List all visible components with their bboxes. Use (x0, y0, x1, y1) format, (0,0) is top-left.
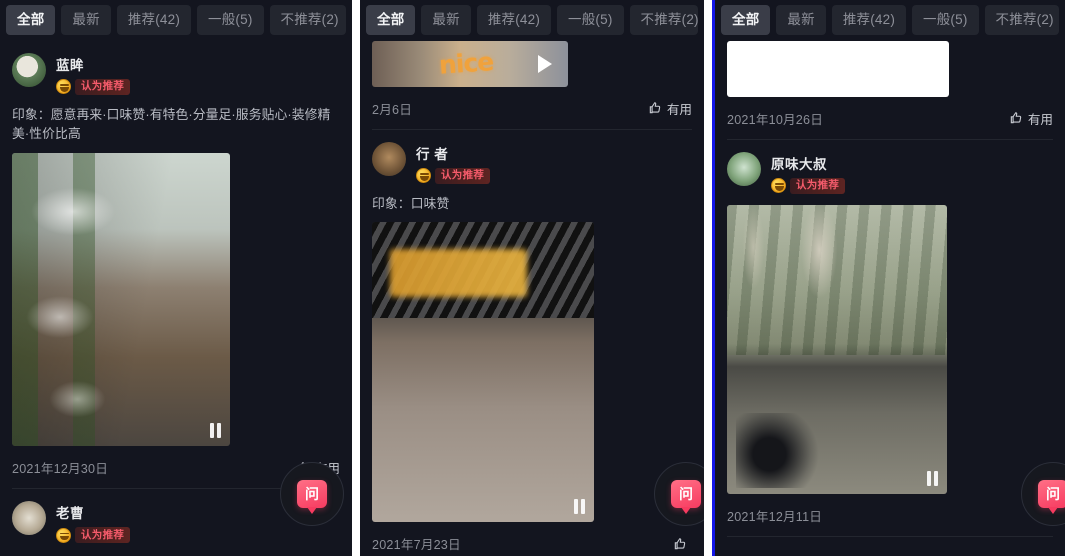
filter-tab-bar-right: 全部 最新 推荐(42) 一般(5) 不推荐(2) (715, 0, 1065, 41)
ask-bubble-icon: 问 (1038, 480, 1065, 514)
status-badge: 认为推荐 (75, 78, 131, 95)
panel-separator (704, 0, 715, 556)
review-footer: 3月18日 有用 (12, 547, 340, 556)
recommend-badge-row: 认为推荐 (416, 167, 491, 184)
review-video-thumbnail[interactable] (372, 40, 568, 87)
user-meta: 行 者 认为推荐 (416, 142, 491, 184)
thumbs-up-icon (674, 538, 686, 550)
review-date: 2021年10月26日 (727, 112, 824, 127)
review-date: 2021年12月30日 (12, 462, 109, 477)
status-badge: 认为推荐 (435, 167, 491, 184)
status-badge: 认为推荐 (75, 527, 131, 544)
tab-recommended[interactable]: 推荐(42) (116, 5, 192, 35)
review-footer: 2月6日 有用 (372, 87, 692, 129)
panel-middle: 全部 最新 推荐(42) 一般(5) 不推荐(2) 2月6日 有用 (360, 0, 704, 556)
pause-icon[interactable] (927, 470, 938, 486)
review-item: 蓝眸 认为推荐 印象：愿意再来·口味赞·有特色·分量足·服务贴心·装修精美·性价… (0, 41, 352, 490)
tab-not-recommended[interactable]: 不推荐(2) (269, 5, 346, 35)
recommend-badge-row: 认为推荐 (56, 527, 131, 544)
avatar[interactable] (12, 501, 46, 536)
ask-bubble-icon: 问 (671, 480, 701, 514)
video-frame-image (372, 222, 594, 523)
tab-recommended[interactable]: 推荐(42) (831, 5, 907, 35)
thumbs-up-icon (649, 102, 660, 114)
review-item: 2月6日 有用 (360, 40, 704, 130)
tab-newest[interactable]: 最新 (776, 5, 826, 35)
smiley-emoji-icon (771, 178, 786, 193)
user-name[interactable]: 蓝眸 (56, 54, 130, 74)
ask-label: 问 (679, 486, 693, 502)
multi-panel-screenshot: 全部 最新 推荐(42) 一般(5) 不推荐(2) 蓝眸 认为推荐 印象：愿意再… (0, 0, 1065, 556)
review-user-row[interactable]: 行 者 认为推荐 (372, 130, 692, 188)
play-icon[interactable] (917, 59, 931, 78)
avatar[interactable] (12, 52, 46, 87)
impression-text: 印象：口味赞 (372, 195, 450, 211)
panel-separator (352, 0, 360, 556)
useful-label: 有用 (666, 102, 692, 117)
user-name[interactable]: 老曹 (56, 502, 130, 522)
tab-recommended[interactable]: 推荐(42) (476, 5, 552, 35)
tab-all[interactable]: 全部 (6, 5, 56, 35)
user-meta: 蓝眸 认为推荐 (56, 53, 131, 95)
tab-average[interactable]: 一般(5) (912, 5, 979, 35)
tab-average[interactable]: 一般(5) (557, 5, 624, 35)
smiley-emoji-icon (416, 168, 431, 183)
avatar[interactable] (727, 151, 761, 186)
user-meta: 老曹 认为推荐 (56, 501, 131, 544)
filter-tab-bar-left: 全部 最新 推荐(42) 一般(5) 不推荐(2) (0, 0, 352, 41)
review-footer: 2021年12月11日 (727, 494, 1053, 536)
useful-label: 有用 (1027, 112, 1053, 127)
tab-not-recommended[interactable]: 不推荐(2) (984, 5, 1059, 35)
pause-icon[interactable] (210, 423, 221, 439)
review-item: 原味大叔 认为推荐 2021年12月11日 (715, 140, 1065, 537)
smiley-emoji-icon (56, 527, 71, 543)
ask-bubble-icon: 问 (297, 480, 327, 514)
useful-button[interactable]: 有用 (1009, 109, 1053, 128)
tab-all[interactable]: 全部 (366, 5, 416, 35)
tab-newest[interactable]: 最新 (61, 5, 111, 35)
review-item: 行 者 认为推荐 印象：口味赞 2021年7月23日 (360, 130, 704, 556)
video-frame-image (727, 40, 949, 97)
review-date: 2月6日 (372, 102, 412, 117)
smiley-emoji-icon (56, 79, 71, 94)
review-footer: 2021年10月26日 有用 (727, 97, 1053, 139)
recommend-badge-row: 认为推荐 (56, 78, 131, 95)
user-name[interactable]: 行 者 (416, 143, 490, 163)
impression-text: 印象：愿意再来·口味赞·有特色·分量足·服务贴心·装修精美·性价比高 (12, 106, 331, 142)
review-video-thumbnail[interactable] (372, 222, 594, 523)
divider (727, 535, 1053, 537)
review-date: 2021年12月11日 (727, 509, 823, 524)
review-video-thumbnail[interactable] (727, 40, 949, 97)
review-item: 2021年10月26日 有用 (715, 40, 1065, 140)
tab-not-recommended[interactable]: 不推荐(2) (629, 5, 698, 35)
recommend-badge-row: 认为推荐 (771, 177, 846, 194)
useful-button[interactable] (673, 537, 692, 551)
avatar[interactable] (372, 141, 406, 176)
ask-label: 问 (305, 486, 319, 502)
useful-button[interactable]: 有用 (648, 99, 692, 118)
pause-icon[interactable] (574, 499, 585, 515)
filter-tab-bar-middle: 全部 最新 推荐(42) 一般(5) 不推荐(2) (360, 0, 704, 41)
ask-floating-button[interactable]: 问 (280, 462, 344, 526)
ask-label: 问 (1046, 486, 1060, 502)
tab-average[interactable]: 一般(5) (197, 5, 264, 35)
review-footer: 2021年7月23日 (372, 522, 692, 556)
user-name[interactable]: 原味大叔 (771, 153, 845, 173)
user-meta: 原味大叔 认为推荐 (771, 152, 846, 194)
review-video-thumbnail[interactable] (12, 153, 230, 447)
panel-right: 全部 最新 推荐(42) 一般(5) 不推荐(2) 2021年10月26日 有用 (715, 0, 1065, 556)
thumbs-up-icon (1010, 112, 1021, 124)
tab-all[interactable]: 全部 (721, 5, 771, 35)
review-user-row[interactable]: 原味大叔 认为推荐 (727, 140, 1053, 198)
video-frame-image (12, 153, 230, 447)
tab-newest[interactable]: 最新 (421, 5, 471, 35)
review-date: 2021年7月23日 (372, 538, 461, 553)
video-frame-image (727, 204, 947, 494)
review-user-row[interactable]: 蓝眸 认为推荐 (12, 41, 340, 99)
status-badge: 认为推荐 (790, 177, 846, 194)
play-icon[interactable] (538, 54, 552, 73)
panel-left: 全部 最新 推荐(42) 一般(5) 不推荐(2) 蓝眸 认为推荐 印象：愿意再… (0, 0, 352, 556)
review-video-thumbnail[interactable] (727, 204, 947, 494)
